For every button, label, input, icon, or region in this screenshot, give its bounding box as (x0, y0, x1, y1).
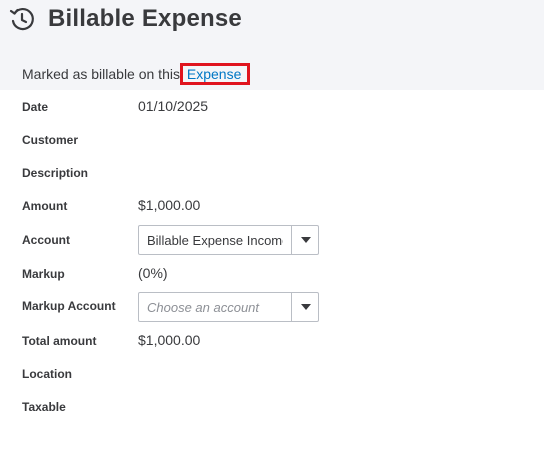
title-row: Billable Expense (8, 4, 242, 34)
chevron-down-icon[interactable] (292, 226, 318, 254)
account-select[interactable]: Billable Expense Income (138, 225, 319, 255)
account-select-value: Billable Expense Income (147, 233, 283, 248)
description-label: Description (22, 166, 89, 180)
location-label: Location (22, 367, 72, 381)
billable-source-note: Marked as billable on this Expense (22, 63, 251, 85)
taxable-label: Taxable (22, 400, 66, 414)
page-title: Billable Expense (48, 5, 242, 32)
markup-account-label: Markup Account (22, 299, 116, 313)
markup-value: (0%) (138, 265, 168, 281)
total-amount-value: $1,000.00 (138, 332, 201, 348)
amount-label: Amount (22, 199, 68, 213)
subtitle-text: Marked as billable on this (22, 66, 180, 82)
date-label: Date (22, 100, 49, 114)
expense-link[interactable]: Expense (179, 63, 251, 85)
total-amount-label: Total amount (22, 334, 97, 348)
account-label: Account (22, 233, 70, 247)
markup-account-placeholder: Choose an account (147, 300, 260, 315)
date-value: 01/10/2025 (138, 98, 209, 114)
customer-label: Customer (22, 133, 79, 147)
amount-value: $1,000.00 (138, 197, 201, 213)
chevron-down-icon[interactable] (292, 293, 318, 321)
history-clock-icon (8, 5, 36, 33)
markup-label: Markup (22, 267, 65, 281)
header: Billable Expense Marked as billable on t… (0, 0, 544, 90)
markup-account-select[interactable]: Choose an account (138, 292, 319, 322)
